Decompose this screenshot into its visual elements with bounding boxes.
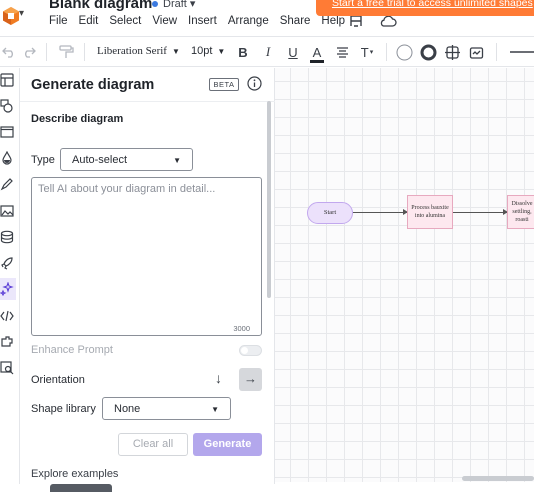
pen-icon[interactable] <box>0 177 14 191</box>
chevron-down-icon: ▼ <box>217 47 226 56</box>
italic-button[interactable]: I <box>261 44 275 60</box>
find-icon[interactable] <box>0 361 14 375</box>
format-toolbar: Liberation Serif ▼ 10pt ▼ B I U A T ▾ <box>0 36 534 67</box>
menu-share[interactable]: Share <box>280 15 311 27</box>
process-step-shape[interactable]: Dissolve settling, roasti <box>507 195 534 229</box>
prompt-textarea[interactable]: Tell AI about your diagram in detail... … <box>31 177 262 336</box>
info-icon[interactable] <box>247 76 262 91</box>
explore-examples-link[interactable]: Explore examples <box>31 468 118 480</box>
toolbar-divider <box>496 43 497 61</box>
menu-bar: File Edit Select View Insert Arrange Sha… <box>49 15 356 27</box>
generate-diagram-panel: Generate diagram BETA Describe diagram T… <box>20 68 275 492</box>
canvas-horizontal-scrollbar[interactable] <box>462 476 534 481</box>
font-size-value: 10pt <box>191 45 213 57</box>
orientation-vertical-button[interactable]: ↓ <box>215 370 222 386</box>
chevron-down-icon: ▼ <box>173 156 181 165</box>
bottom-page-bar <box>0 484 275 492</box>
left-tool-rail <box>0 68 20 492</box>
cloud-sync-icon[interactable] <box>379 14 397 28</box>
logo-menu-chevron-icon[interactable]: ▾ <box>19 8 24 19</box>
diagram-type-value: Auto-select <box>72 154 128 166</box>
menu-view[interactable]: View <box>152 15 177 27</box>
data-icon[interactable] <box>0 230 14 244</box>
rocket-icon[interactable] <box>0 256 14 270</box>
toolbar-divider <box>46 43 47 61</box>
menu-select[interactable]: Select <box>109 15 141 27</box>
status-dot-icon <box>152 1 158 8</box>
generate-button[interactable]: Generate <box>193 433 262 456</box>
ai-sparkle-icon[interactable] <box>0 282 14 296</box>
line-color-icon[interactable] <box>419 44 437 60</box>
redo-icon[interactable] <box>22 44 36 60</box>
font-family-select[interactable]: Liberation Serif ▼ <box>97 45 180 57</box>
format-painter-icon[interactable] <box>58 44 74 60</box>
text-options-button[interactable]: T ▾ <box>359 44 375 60</box>
shape-library-select[interactable]: None ▼ <box>102 397 231 420</box>
page-tab[interactable] <box>50 484 112 492</box>
process-step-shape[interactable]: Process bauxite into alumina <box>407 195 453 229</box>
shapes-panel-icon[interactable] <box>0 73 14 87</box>
toolbar-divider <box>84 43 85 61</box>
menu-file[interactable]: File <box>49 15 68 27</box>
menu-edit[interactable]: Edit <box>79 15 99 27</box>
integration-icon[interactable] <box>0 335 14 349</box>
free-trial-banner[interactable]: Start a free trial to access unlimited s… <box>316 0 534 16</box>
enhance-prompt-toggle[interactable] <box>239 345 262 356</box>
start-terminator-shape[interactable]: Start <box>307 202 353 224</box>
bold-button[interactable]: B <box>236 44 250 60</box>
chevron-down-icon: ▾ <box>369 49 374 56</box>
image-icon[interactable] <box>0 204 14 218</box>
fill-icon[interactable] <box>0 151 14 165</box>
draft-status-label: Draft <box>163 0 187 10</box>
diagram-type-select[interactable]: Auto-select ▼ <box>60 148 193 171</box>
enhance-prompt-label: Enhance Prompt <box>31 344 113 356</box>
menu-insert[interactable]: Insert <box>188 15 217 27</box>
chevron-down-icon: ▼ <box>171 47 180 56</box>
shape-options-icon[interactable] <box>444 44 460 60</box>
diagram-canvas[interactable] <box>275 68 534 482</box>
underline-button[interactable]: U <box>286 44 300 60</box>
font-size-select[interactable]: 10pt ▼ <box>191 45 225 57</box>
document-title[interactable]: Blank diagram <box>49 0 152 12</box>
orientation-label: Orientation <box>31 374 85 386</box>
type-label: Type <box>31 154 55 166</box>
style-panel-icon[interactable] <box>468 44 484 60</box>
clear-all-button[interactable]: Clear all <box>118 433 188 456</box>
orientation-horizontal-button[interactable]: → <box>239 368 262 391</box>
connector-arrow[interactable] <box>453 209 508 215</box>
connector-arrow[interactable] <box>353 209 408 215</box>
draft-status[interactable]: Draft ▾ <box>152 0 195 10</box>
line-style-icon[interactable] <box>510 44 534 60</box>
frame-icon[interactable] <box>0 125 14 139</box>
shape-library-label: Shape library <box>31 403 96 415</box>
text-color-button[interactable]: A <box>310 44 324 63</box>
toolbar-divider <box>386 43 387 61</box>
panel-divider <box>20 101 275 102</box>
panel-scrollbar[interactable] <box>267 101 271 298</box>
text-align-icon[interactable] <box>335 44 349 60</box>
code-icon[interactable] <box>0 309 14 323</box>
menu-help[interactable]: Help <box>321 15 345 27</box>
shape-library-value: None <box>114 403 141 415</box>
panel-title: Generate diagram <box>31 77 155 93</box>
prompt-placeholder: Tell AI about your diagram in detail... <box>38 183 216 195</box>
font-family-value: Liberation Serif <box>97 45 167 57</box>
app-header: ▾ Blank diagram Draft ▾ File Edit Select… <box>0 0 534 35</box>
menu-arrange[interactable]: Arrange <box>228 15 269 27</box>
collaborators-icon[interactable] <box>348 14 364 28</box>
character-limit: 3000 <box>233 324 250 333</box>
text-options-label: T <box>360 44 369 60</box>
undo-icon[interactable] <box>2 44 16 60</box>
fill-color-icon[interactable] <box>395 44 413 60</box>
describe-diagram-heading: Describe diagram <box>31 113 124 125</box>
shape-library-icon[interactable] <box>0 99 14 113</box>
beta-badge: BETA <box>209 78 239 91</box>
chevron-down-icon: ▼ <box>211 405 219 414</box>
